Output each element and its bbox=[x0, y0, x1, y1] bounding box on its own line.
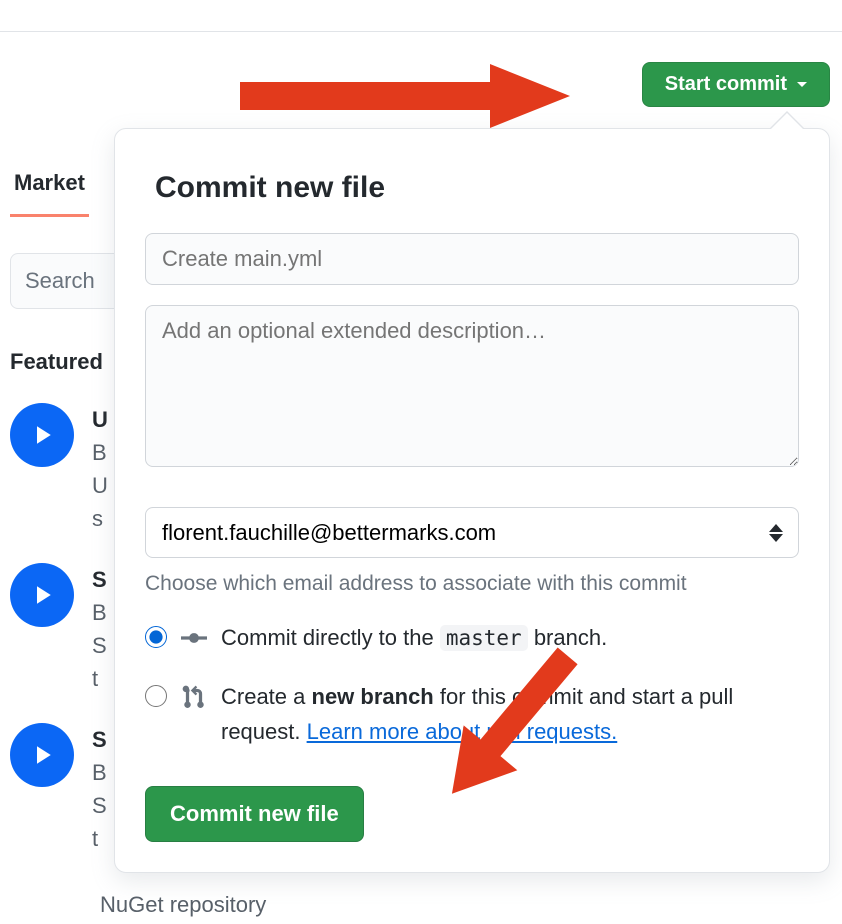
action-text: U B U s bbox=[92, 403, 108, 535]
commit-summary-input[interactable] bbox=[145, 233, 799, 285]
play-icon bbox=[10, 723, 74, 787]
radio-label: Create a new branch for this commit and … bbox=[221, 679, 799, 749]
learn-more-link[interactable]: Learn more about pull requests. bbox=[307, 719, 618, 744]
commit-new-file-button[interactable]: Commit new file bbox=[145, 786, 364, 842]
radio-input[interactable] bbox=[145, 685, 167, 707]
play-icon bbox=[10, 563, 74, 627]
radio-new-branch[interactable]: Create a new branch for this commit and … bbox=[145, 679, 799, 749]
chevron-down-icon bbox=[797, 82, 807, 87]
git-commit-icon bbox=[181, 625, 207, 661]
email-hint: Choose which email address to associate … bbox=[145, 572, 799, 596]
topbar bbox=[0, 0, 842, 32]
play-icon bbox=[10, 403, 74, 467]
radio-label: Commit directly to the master branch. bbox=[221, 620, 799, 656]
radio-input[interactable] bbox=[145, 626, 167, 648]
start-commit-button[interactable]: Start commit bbox=[642, 62, 830, 107]
nuget-text: NuGet repository bbox=[100, 892, 266, 918]
commit-popover: Commit new file florent.fauchille@better… bbox=[114, 128, 830, 873]
commit-target-radio-group: Commit directly to the master branch. Cr… bbox=[145, 620, 799, 750]
commit-description-textarea[interactable] bbox=[145, 305, 799, 467]
radio-commit-direct[interactable]: Commit directly to the master branch. bbox=[145, 620, 799, 661]
git-pull-request-icon bbox=[181, 684, 207, 720]
action-text: S B S t bbox=[92, 723, 107, 855]
action-text: S B S t bbox=[92, 563, 107, 695]
search-input[interactable]: Search bbox=[10, 253, 130, 309]
tab-marketplace[interactable]: Market bbox=[10, 150, 89, 217]
start-commit-label: Start commit bbox=[665, 73, 787, 96]
popover-title: Commit new file bbox=[155, 171, 789, 205]
email-select[interactable]: florent.fauchille@bettermarks.com bbox=[145, 507, 799, 558]
annotation-arrow-icon bbox=[240, 56, 580, 136]
